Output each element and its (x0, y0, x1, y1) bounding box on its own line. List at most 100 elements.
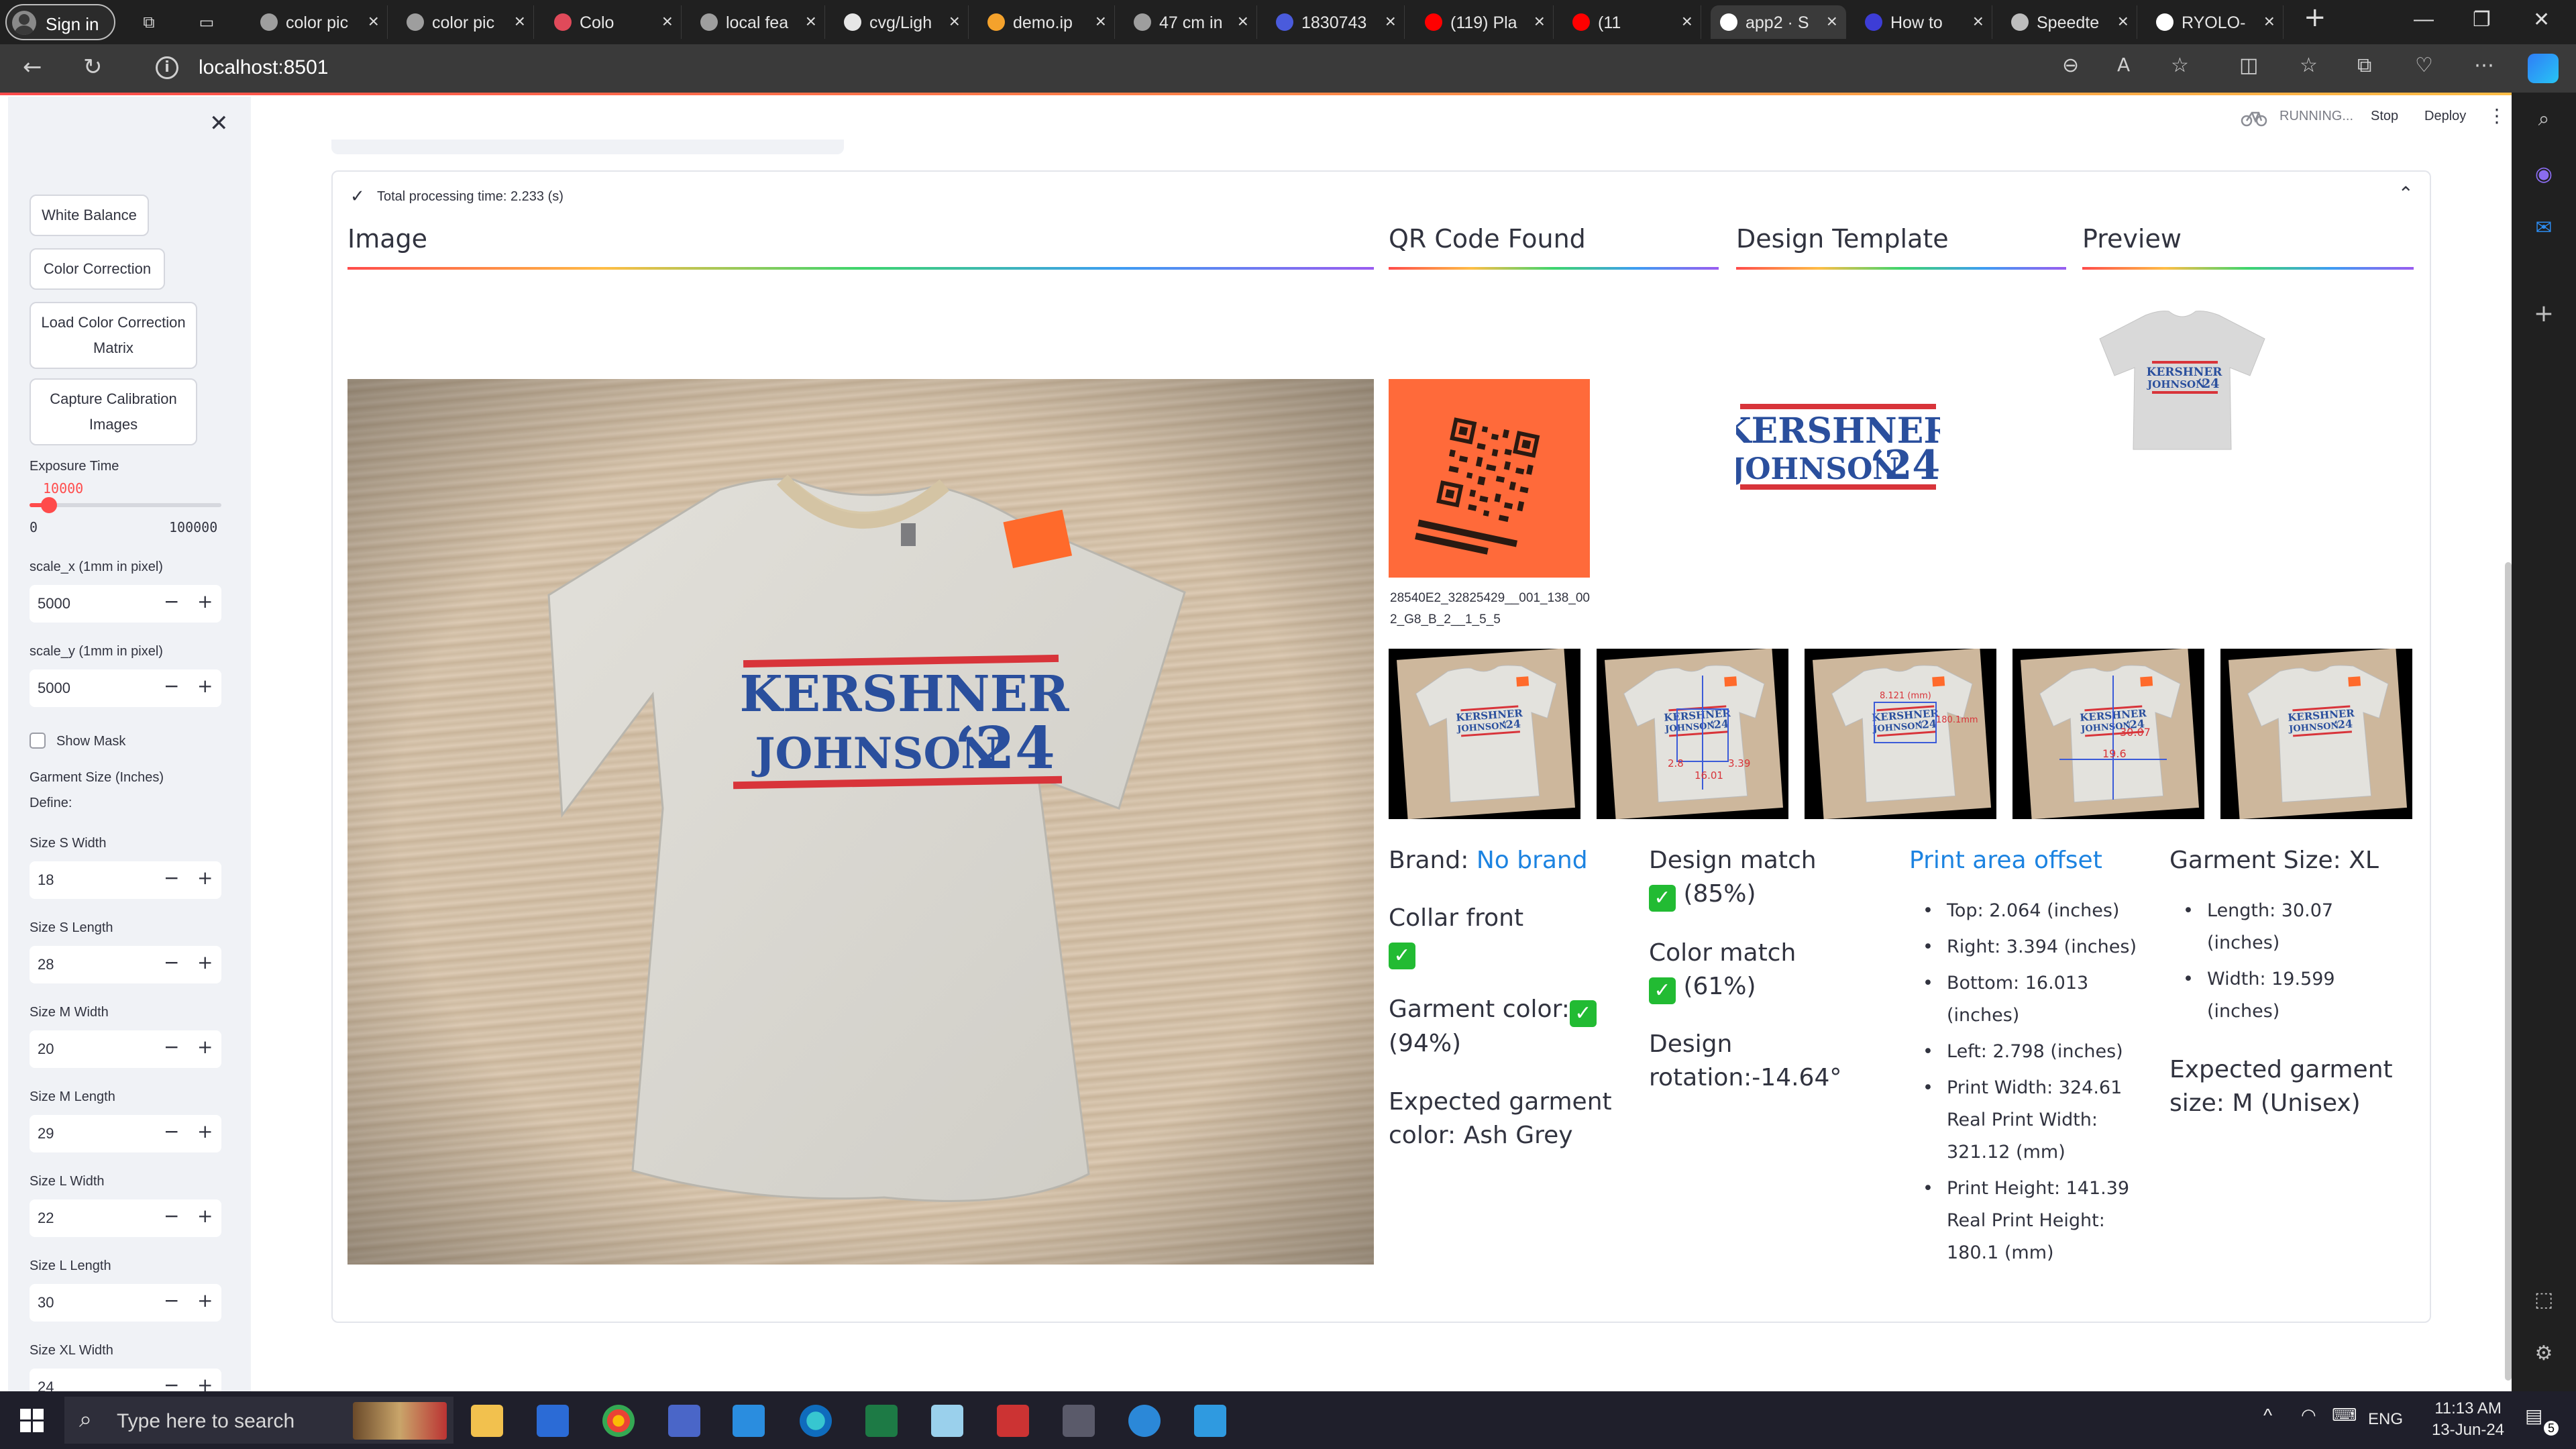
teamviewer-icon[interactable] (1128, 1405, 1161, 1437)
tab-close-icon[interactable]: × (662, 11, 673, 32)
tab-close-icon[interactable]: × (1385, 11, 1396, 32)
new-tab-icon[interactable]: + (2304, 4, 2326, 31)
size-decrement-button[interactable]: − (164, 951, 179, 973)
scale-x-increment-button[interactable]: + (197, 590, 213, 612)
close-window-icon[interactable]: ✕ (2533, 8, 2550, 32)
scale-y-decrement-button[interactable]: − (164, 675, 179, 697)
size-increment-button[interactable]: + (197, 1289, 213, 1311)
main-menu-icon[interactable]: ⋮ (2487, 105, 2506, 127)
vscode-icon[interactable] (733, 1405, 765, 1437)
favorites-icon[interactable]: ☆ (2300, 54, 2318, 77)
outlook-icon[interactable]: ✉ (2532, 216, 2556, 240)
collapse-chevron-icon[interactable]: ⌃ (2398, 182, 2414, 205)
tab-close-icon[interactable]: × (1095, 11, 1106, 32)
network-icon[interactable]: ◠ (2301, 1405, 2316, 1426)
add-sidebar-app-icon[interactable]: + (2532, 302, 2556, 326)
tab-close-icon[interactable]: × (2118, 11, 2129, 32)
tray-chevron-icon[interactable]: ^ (2263, 1405, 2272, 1426)
size-decrement-button[interactable]: − (164, 1289, 179, 1311)
image-app-icon[interactable] (1194, 1405, 1226, 1437)
performance-icon[interactable]: ♡ (2415, 54, 2433, 77)
page-scrollbar[interactable] (2505, 562, 2512, 1381)
capture-calibration-button[interactable]: Capture Calibration Images (30, 378, 197, 445)
zoom-icon[interactable]: ⊖ (2062, 54, 2079, 77)
white-balance-button[interactable]: White Balance (30, 195, 149, 236)
paint-icon[interactable] (997, 1405, 1029, 1437)
size-number-input[interactable]: 24 − + (30, 1368, 221, 1391)
tab-close-icon[interactable]: × (515, 11, 525, 32)
file-explorer-icon[interactable] (471, 1405, 503, 1437)
size-decrement-button[interactable]: − (164, 1120, 179, 1142)
browser-tab[interactable]: local fea × (691, 5, 825, 39)
tab-close-icon[interactable]: × (806, 11, 816, 32)
calculator-icon[interactable] (1063, 1405, 1095, 1437)
back-icon[interactable]: ← (23, 54, 42, 80)
windows-start-icon[interactable] (20, 1409, 44, 1433)
browser-tab[interactable]: Colo × (545, 5, 682, 39)
tab-close-icon[interactable]: × (1682, 11, 1693, 32)
notes-icon[interactable] (931, 1405, 963, 1437)
read-aloud-icon[interactable]: A (2117, 54, 2130, 76)
browser-tab[interactable]: Speedte × (2002, 5, 2137, 39)
size-increment-button[interactable]: + (197, 1120, 213, 1142)
tab-close-icon[interactable]: × (1827, 11, 1837, 32)
exposure-slider[interactable] (30, 497, 221, 513)
tab-close-icon[interactable]: × (949, 11, 960, 32)
screenshot-icon[interactable]: ⬚ (2532, 1288, 2556, 1312)
browser-tab[interactable]: 1830743 × (1267, 5, 1405, 39)
chrome-icon[interactable] (602, 1405, 635, 1437)
close-sidebar-icon[interactable]: ✕ (209, 110, 229, 137)
browser-tab[interactable]: demo.ip × (978, 5, 1115, 39)
size-increment-button[interactable]: + (197, 1374, 213, 1391)
edge-icon[interactable] (800, 1405, 832, 1437)
notifications-icon[interactable]: ▤ (2525, 1405, 2542, 1427)
tab-close-icon[interactable]: × (1238, 11, 1248, 32)
processing-time-title[interactable]: Total processing time: 2.233 (s) (377, 189, 564, 205)
size-number-input[interactable]: 28 − + (30, 946, 221, 983)
minimize-icon[interactable]: — (2414, 8, 2434, 31)
browser-tab[interactable]: (11 × (1563, 5, 1701, 39)
size-decrement-button[interactable]: − (164, 1205, 179, 1227)
more-menu-icon[interactable]: ⋯ (2474, 54, 2494, 77)
workspaces-icon[interactable]: ⧉ (138, 11, 160, 33)
tab-close-icon[interactable]: × (368, 11, 379, 32)
profile-signin-button[interactable]: Sign in (5, 4, 115, 40)
split-screen-icon[interactable]: ◫ (2239, 54, 2258, 77)
search-icon[interactable]: ⌕ (2532, 107, 2556, 131)
size-increment-button[interactable]: + (197, 1036, 213, 1058)
browser-tab[interactable]: color pic × (397, 5, 534, 39)
clock[interactable]: 11:13 AM 13-Jun-24 (2424, 1398, 2512, 1441)
scale-x-decrement-button[interactable]: − (164, 590, 179, 612)
browser-tab[interactable]: RYOLO- × (2147, 5, 2284, 39)
copilot-sidebar-icon[interactable]: ◉ (2532, 162, 2556, 186)
favorite-star-icon[interactable]: ☆ (2171, 54, 2189, 77)
language-indicator[interactable]: ENG (2368, 1410, 2403, 1429)
size-number-input[interactable]: 30 − + (30, 1284, 221, 1322)
browser-tab[interactable]: (119) Pla × (1415, 5, 1554, 39)
browser-tab[interactable]: app2 · S × (1711, 5, 1846, 39)
taskbar-search-box[interactable]: ⌕ Type here to search (64, 1397, 453, 1444)
size-increment-button[interactable]: + (197, 951, 213, 973)
browser-tab[interactable]: cvg/Ligh × (835, 5, 969, 39)
size-increment-button[interactable]: + (197, 867, 213, 889)
browser-tab[interactable]: color pic × (251, 5, 388, 39)
browser-tab[interactable]: How to × (1856, 5, 1992, 39)
settings-gear-icon[interactable]: ⚙ (2532, 1342, 2556, 1366)
tab-actions-icon[interactable]: ▭ (196, 11, 217, 33)
stop-button[interactable]: Stop (2371, 109, 2398, 124)
restore-icon[interactable]: ❐ (2473, 8, 2491, 32)
browser-tab[interactable]: 47 cm in × (1124, 5, 1257, 39)
scale-y-input[interactable]: 5000 − + (30, 669, 221, 707)
excel-icon[interactable] (865, 1405, 898, 1437)
exposure-slider-thumb[interactable] (40, 497, 57, 513)
tab-close-icon[interactable]: × (2264, 11, 2275, 32)
site-info-icon[interactable]: i (156, 56, 178, 79)
load-matrix-button[interactable]: Load Color Correction Matrix (30, 302, 197, 369)
scale-y-increment-button[interactable]: + (197, 675, 213, 697)
color-correction-button[interactable]: Color Correction (30, 248, 165, 290)
scale-x-input[interactable]: 5000 − + (30, 585, 221, 623)
store-icon[interactable] (537, 1405, 569, 1437)
size-decrement-button[interactable]: − (164, 1374, 179, 1391)
tab-close-icon[interactable]: × (1534, 11, 1545, 32)
copilot-icon[interactable] (2528, 54, 2559, 83)
